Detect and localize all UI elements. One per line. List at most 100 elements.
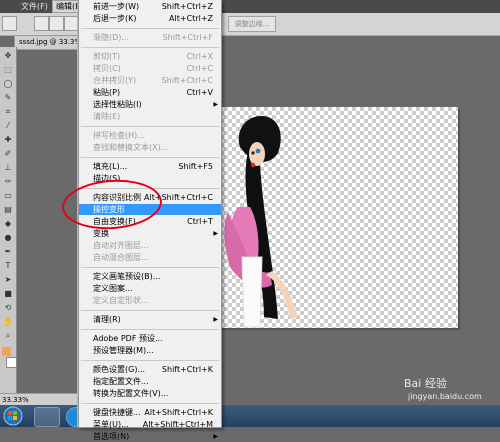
quick-select-tool-icon[interactable]: ✎ (3, 93, 13, 103)
menu-item-label: 清理(R) (93, 315, 121, 324)
edit-menu-item[interactable]: 查找和替换文本(X)... (79, 142, 221, 153)
zoom-level-field[interactable]: 33.33% (2, 395, 42, 405)
menu-item-label: 选择性粘贴(I) (93, 100, 142, 109)
eyedropper-tool-icon[interactable]: ⁄ (3, 121, 13, 131)
brush-tool-icon[interactable]: ✐ (3, 149, 13, 159)
edit-menu-item[interactable]: 自动混合图层... (79, 252, 221, 263)
menu-item-label: 查找和替换文本(X)... (93, 143, 169, 152)
edit-menu-item[interactable]: 粘贴(P) Ctrl+V (79, 87, 221, 98)
path-select-tool-icon[interactable]: ➤ (3, 275, 13, 285)
menu-item-label: 剪切(T) (93, 52, 121, 61)
zoom-tool-icon[interactable]: ⌕ (3, 331, 13, 341)
menu-item-shortcut: Shift+Ctrl+Z (161, 2, 213, 11)
edit-menu-item[interactable]: 前进一步(W) Shift+Ctrl+Z (79, 1, 221, 12)
tool-preset-icon[interactable] (2, 16, 17, 31)
edit-menu-item[interactable]: 变换 ▶ (79, 228, 221, 239)
taskbar-app-icon[interactable] (34, 407, 60, 427)
menu-item-shortcut: Shift+Ctrl+F (162, 33, 213, 42)
menu-item-shortcut: Ctrl+X (186, 52, 213, 61)
menu-item-label: 键盘快捷键... (93, 408, 141, 417)
menu-item-shortcut: Shift+Ctrl+K (161, 365, 213, 374)
marquee-tool-icon[interactable]: ⬚ (3, 65, 13, 75)
menu-item-label: 后退一步(K) (93, 14, 137, 23)
menu-item-shortcut: Ctrl+V (186, 88, 213, 97)
foreground-color-swatch[interactable] (2, 347, 11, 356)
menu-item-shortcut: Alt+Ctrl+Z (169, 14, 213, 23)
type-tool-icon[interactable]: T (3, 261, 13, 271)
edit-menu-item[interactable]: 转换为配置文件(V)... (79, 388, 221, 399)
lasso-tool-icon[interactable]: ◯ (3, 79, 13, 89)
baidu-watermark-url: jingyan.baidu.com (408, 392, 482, 401)
edit-menu-item[interactable]: 渐隐(D)... Shift+Ctrl+F (79, 32, 221, 43)
menu-item-label: 合并拷贝(Y) (93, 76, 137, 85)
edit-menu-item[interactable]: 选择性粘贴(I) ▶ (79, 99, 221, 110)
menu-separator (81, 28, 219, 29)
blur-tool-icon[interactable]: ◆ (3, 219, 13, 229)
menu-item-label: Adobe PDF 预设... (93, 334, 163, 343)
edit-menu-item[interactable]: 自动对齐图层... (79, 240, 221, 251)
edit-menu-item[interactable]: 键盘快捷键... Alt+Shift+Ctrl+K (79, 407, 221, 418)
edit-menu-item[interactable]: 预设管理器(M)... (79, 345, 221, 356)
submenu-arrow-icon: ▶ (213, 101, 218, 108)
crop-tool-icon[interactable]: ⌗ (3, 107, 13, 117)
windows-taskbar (0, 405, 500, 427)
edit-menu-item[interactable]: 清理(R) ▶ (79, 314, 221, 325)
baidu-watermark: Bai 经验 (404, 377, 447, 390)
dodge-tool-icon[interactable]: ● (3, 233, 13, 243)
hand-tool-icon[interactable]: ✋ (3, 317, 13, 327)
edit-menu-item[interactable]: 清除(E) (79, 111, 221, 122)
edit-menu-item[interactable]: 后退一步(K) Alt+Ctrl+Z (79, 13, 221, 24)
background-color-swatch[interactable] (6, 357, 17, 368)
edit-menu-item[interactable]: 填充(L)... Shift+F5 (79, 161, 221, 172)
menu-item-shortcut: Ctrl+T (187, 217, 213, 226)
menu-item-label: 拷贝(C) (93, 64, 121, 73)
windows-start-icon[interactable] (0, 406, 26, 426)
3d-rotate-tool-icon[interactable]: ⟲ (3, 303, 13, 313)
edit-menu-item[interactable]: 合并拷贝(Y) Shift+Ctrl+C (79, 75, 221, 86)
menu-item-label: 指定配置文件... (93, 377, 149, 386)
menu-item-label: 变换 (93, 229, 109, 238)
menu-separator (81, 360, 219, 361)
menu-item-label: 粘贴(P) (93, 88, 121, 97)
eraser-tool-icon[interactable]: ▭ (3, 191, 13, 201)
options-bar: 调整边缘... (0, 13, 500, 36)
stamp-tool-icon[interactable]: ⊥ (3, 163, 13, 173)
menu-separator (81, 126, 219, 127)
menu-item-label: 填充(L)... (93, 162, 128, 171)
refine-edge-button[interactable]: 调整边缘... (228, 16, 276, 32)
menu-file[interactable]: 文件(F) (18, 1, 51, 12)
menu-item-shortcut: Alt+Shift+Ctrl+K (144, 408, 213, 417)
menu-item-label: 定义画笔预设(B)... (93, 272, 161, 281)
move-tool-icon[interactable]: ✥ (3, 51, 13, 61)
menu-item-label: 拼写检查(H)... (93, 131, 145, 140)
edit-menu-item[interactable]: 定义自定形状... (79, 295, 221, 306)
edit-menu-item[interactable]: 定义图案... (79, 283, 221, 294)
submenu-arrow-icon: ▶ (213, 433, 218, 440)
edit-menu-item[interactable]: 剪切(T) Ctrl+X (79, 51, 221, 62)
menu-separator (81, 47, 219, 48)
gradient-tool-icon[interactable]: ▤ (3, 205, 13, 215)
menu-item-label: 清除(E) (93, 112, 121, 121)
edit-menu-item[interactable]: 定义画笔预设(B)... (79, 271, 221, 282)
add-selection-icon[interactable] (49, 16, 64, 31)
edit-menu-item[interactable]: 菜单(U)... Alt+Shift+Ctrl+M (79, 419, 221, 430)
document-tab[interactable]: sssd.jpg @ 33.3% (14, 35, 86, 50)
menu-item-label: 首选项(N) (93, 432, 130, 441)
edit-menu-item[interactable]: 颜色设置(G)... Shift+Ctrl+K (79, 364, 221, 375)
menu-item-shortcut: Ctrl+C (186, 64, 213, 73)
edit-menu-item[interactable]: Adobe PDF 预设... (79, 333, 221, 344)
history-brush-tool-icon[interactable]: ✑ (3, 177, 13, 187)
pen-tool-icon[interactable]: ✒ (3, 247, 13, 257)
edit-menu-item[interactable]: 首选项(N) ▶ (79, 431, 221, 442)
menu-separator (81, 267, 219, 268)
menu-item-label: 颜色设置(G)... (93, 365, 146, 374)
image-canvas[interactable] (220, 107, 458, 328)
edit-menu-item[interactable]: 拼写检查(H)... (79, 130, 221, 141)
menu-item-shortcut: Alt+Shift+Ctrl+M (142, 420, 213, 429)
menu-item-label: 菜单(U)... (93, 420, 129, 429)
shape-tool-icon[interactable]: ■ (3, 289, 13, 299)
edit-menu-item[interactable]: 指定配置文件... (79, 376, 221, 387)
new-selection-icon[interactable] (34, 16, 49, 31)
edit-menu-item[interactable]: 拷贝(C) Ctrl+C (79, 63, 221, 74)
healing-tool-icon[interactable]: ✚ (3, 135, 13, 145)
